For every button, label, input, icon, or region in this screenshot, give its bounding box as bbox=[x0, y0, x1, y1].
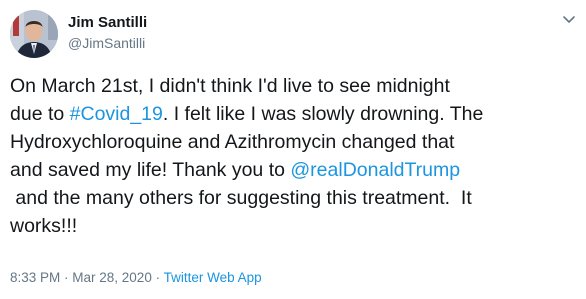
tweet-line: and saved my life! Thank you to @realDon… bbox=[10, 156, 580, 184]
tweet-line: works!!! bbox=[10, 212, 580, 240]
tweet-meta: 8:33 PM · Mar 28, 2020 · Twitter Web App bbox=[10, 268, 262, 288]
tweet-text-segment: Hydroxychloroquine and Azithromycin chan… bbox=[10, 131, 455, 153]
chevron-down-icon[interactable] bbox=[560, 10, 578, 28]
tweet-line: due to #Covid_19. I felt like I was slow… bbox=[10, 100, 580, 128]
source-link[interactable]: Twitter Web App bbox=[164, 270, 262, 285]
tweet-text-segment: works!!! bbox=[10, 215, 78, 237]
timestamp-link[interactable]: 8:33 PM · Mar 28, 2020 bbox=[10, 270, 152, 285]
author-name[interactable]: Jim Santilli bbox=[68, 13, 147, 33]
tweet-text-segment: due to bbox=[10, 103, 70, 125]
avatar[interactable] bbox=[10, 10, 58, 58]
avatar-image bbox=[10, 10, 58, 58]
meta-separator: · bbox=[151, 270, 164, 285]
tweet-line: On March 21st, I didn't think I'd live t… bbox=[10, 72, 580, 100]
tweet-line: and the many others for suggesting this … bbox=[10, 184, 580, 212]
mention-link[interactable]: @realDonaldTrump bbox=[290, 159, 460, 181]
tweet-text-segment: . I felt like I was slowly drowning. The bbox=[162, 103, 484, 125]
tweet-text: On March 21st, I didn't think I'd live t… bbox=[10, 72, 580, 240]
hashtag-link[interactable]: #Covid_19 bbox=[70, 103, 163, 125]
tweet-line: Hydroxychloroquine and Azithromycin chan… bbox=[10, 128, 580, 156]
author-handle[interactable]: @JimSantilli bbox=[68, 33, 145, 53]
tweet-card: Jim Santilli @JimSantilli On March 21st,… bbox=[0, 0, 586, 299]
tweet-text-segment: On March 21st, I didn't think I'd live t… bbox=[10, 75, 450, 97]
tweet-text-segment: and saved my life! Thank you to bbox=[10, 159, 291, 181]
tweet-text-segment: and the many others for suggesting this … bbox=[10, 187, 472, 209]
